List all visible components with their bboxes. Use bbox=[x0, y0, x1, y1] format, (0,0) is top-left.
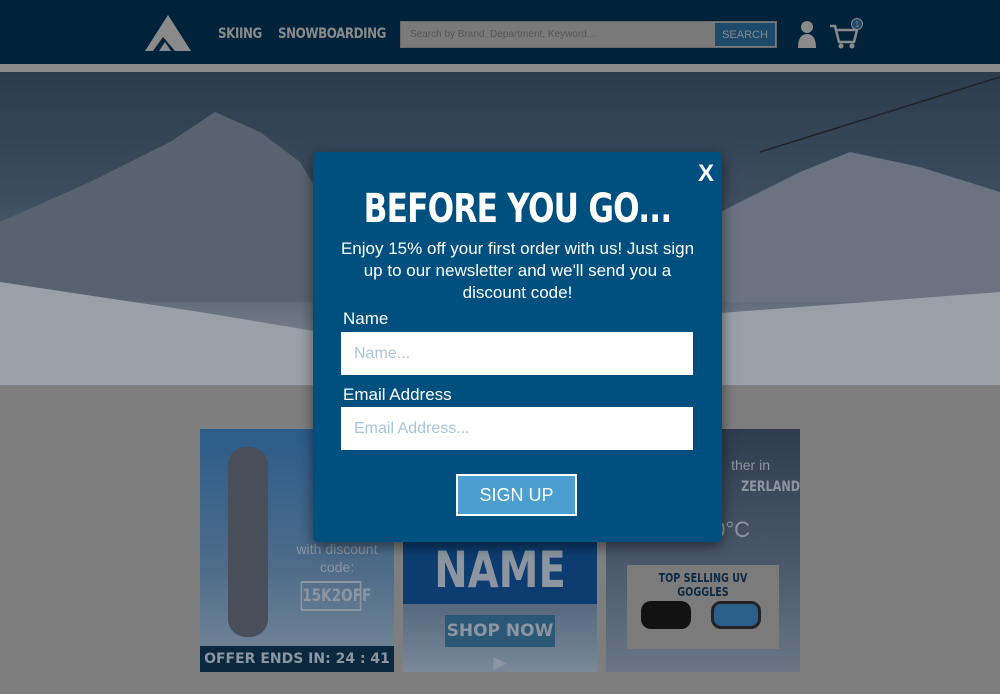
promo-text: with discount bbox=[296, 541, 378, 557]
search-input[interactable] bbox=[401, 22, 715, 47]
shop-now-button[interactable]: SHOP NOW ▶ bbox=[445, 615, 555, 672]
search-bar: SEARCH bbox=[400, 21, 777, 48]
close-button[interactable]: X bbox=[698, 160, 714, 188]
discount-code: 15K2OFF bbox=[300, 581, 371, 611]
promo-text: code: bbox=[319, 559, 355, 575]
cart-count: 1 bbox=[855, 20, 860, 29]
user-account-icon[interactable] bbox=[797, 20, 817, 48]
newsletter-modal: X BEFORE YOU GO... Enjoy 15% off your fi… bbox=[313, 152, 722, 542]
sign-up-button[interactable]: SIGN UP bbox=[456, 474, 577, 516]
nav-skiing[interactable]: SKIING bbox=[218, 26, 262, 42]
modal-title: BEFORE YOU GO... bbox=[363, 186, 673, 232]
countdown-timer: OFFER ENDS IN: 24 : 41 : 57 bbox=[200, 646, 394, 672]
goggles-blue-image bbox=[711, 601, 761, 629]
goggles-title: TOP SELLING UV GOGGLES bbox=[658, 571, 748, 599]
goggles-black-image bbox=[641, 601, 691, 629]
search-button[interactable]: SEARCH bbox=[715, 23, 775, 46]
logo-icon[interactable] bbox=[145, 15, 191, 51]
nav-snowboarding[interactable]: SNOWBOARDING bbox=[278, 26, 386, 42]
site-header: SKIING SNOWBOARDING SEARCH 1 bbox=[0, 0, 1000, 64]
modal-message: Enjoy 15% off your first order with us! … bbox=[340, 239, 695, 302]
name-input[interactable] bbox=[341, 332, 693, 375]
divider bbox=[0, 64, 1000, 72]
name-label: Name bbox=[343, 309, 389, 328]
email-label: Email Address bbox=[343, 385, 452, 404]
cart-icon[interactable]: 1 bbox=[829, 18, 865, 50]
email-input[interactable] bbox=[341, 407, 693, 450]
goggles-panel[interactable]: TOP SELLING UV GOGGLES bbox=[627, 565, 779, 649]
brand-name: NAME bbox=[434, 541, 566, 599]
